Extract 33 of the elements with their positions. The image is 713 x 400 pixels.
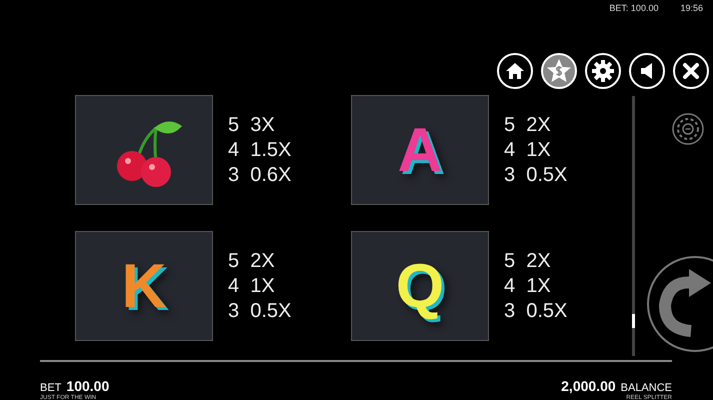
chip-icon[interactable] [672,113,704,145]
payout-line: 4 1X [504,274,552,298]
payout-line: 4 1.5X [228,138,292,162]
home-button[interactable] [497,53,533,89]
settings-button[interactable] [585,53,621,89]
payout-line: 4 1X [504,138,552,162]
payout-line: 5 2X [504,248,552,274]
bet-status: BET: 100.00 [609,3,658,14]
letter-symbol: A [398,114,442,186]
star-dollar-icon [546,58,572,84]
letter-symbol: K [122,250,166,322]
payout-line: 5 3X [228,112,276,138]
settings-icon [592,60,614,82]
close-button[interactable] [673,53,709,89]
bet-label: BET [40,382,62,394]
payout-line: 4 1X [228,274,276,298]
payout-line: 3 0.5X [504,162,568,188]
star-dollar-button[interactable] [541,53,577,89]
payout-line: 5 2X [504,112,552,138]
balance-value: 2,000.00 [561,378,616,394]
payout-line: 3 0.5X [504,298,568,324]
balance-label: BALANCE [620,382,672,394]
home-icon [505,62,525,80]
letter-symbol: Q [396,250,444,322]
bet-value: 100.00 [66,378,110,394]
payout-line: 3 0.5X [228,298,292,324]
payout-line: 3 0.6X [228,162,292,188]
scrollbar[interactable] [632,96,635,356]
close-icon [682,62,700,80]
sound-button[interactable] [629,53,665,89]
payout-line: 5 2X [228,248,276,274]
speaker-icon [639,62,655,80]
clock: 19:56 [680,3,703,14]
